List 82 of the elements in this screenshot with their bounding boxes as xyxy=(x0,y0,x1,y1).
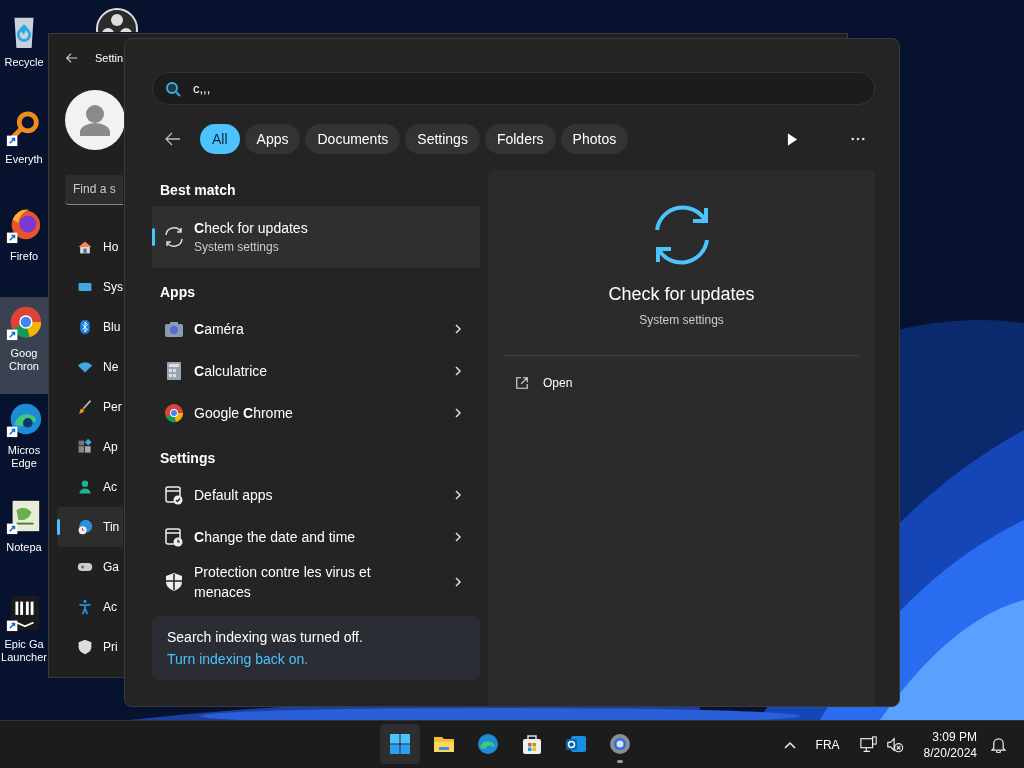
camera-icon xyxy=(164,319,184,339)
calculator-icon xyxy=(164,361,184,381)
desktop-shortcut[interactable]: Goog Chron xyxy=(0,297,48,394)
network-icon[interactable] xyxy=(859,735,878,754)
desktop-shortcut[interactable]: Firefo xyxy=(0,200,48,297)
filter-tab[interactable]: Apps xyxy=(244,124,301,154)
search-result[interactable]: Change the date and time xyxy=(152,516,480,558)
apps-icon xyxy=(77,439,93,455)
filter-tab[interactable]: Folders xyxy=(484,124,556,154)
nav-item[interactable]: Ap xyxy=(49,427,123,467)
taskbar-app[interactable] xyxy=(380,724,420,764)
filter-tab[interactable]: All xyxy=(200,124,240,154)
nav-item[interactable]: Ho xyxy=(49,227,123,267)
volume-muted-icon[interactable] xyxy=(885,735,904,754)
bell-icon[interactable] xyxy=(991,736,1006,753)
window-check-icon xyxy=(164,485,184,505)
chevron-right-icon xyxy=(454,407,462,419)
desktop-shortcut[interactable]: Everyth xyxy=(0,103,48,200)
window-title: Settin xyxy=(95,52,124,64)
chevron-right-icon xyxy=(454,489,462,501)
chevron-right-icon xyxy=(454,576,462,588)
desktop-shortcut[interactable]: Notepa xyxy=(0,491,48,588)
nav-item[interactable]: Pri xyxy=(49,627,123,667)
window-clock-icon xyxy=(164,527,184,547)
back-icon[interactable] xyxy=(165,131,181,147)
edge-icon xyxy=(476,732,500,756)
chevron-up-icon[interactable] xyxy=(783,740,796,749)
search-result[interactable]: Caméra xyxy=(152,308,480,350)
search-result[interactable]: Calculatrice xyxy=(152,350,480,392)
desktop-shortcut[interactable]: Micros Edge xyxy=(0,394,48,491)
external-link-icon xyxy=(515,376,529,390)
store-bag-icon xyxy=(520,732,544,756)
chevron-right-icon xyxy=(454,365,462,377)
search-field[interactable]: c,,, xyxy=(152,72,875,105)
section-heading: Apps xyxy=(159,283,196,302)
nav-item[interactable]: Ac xyxy=(49,467,123,507)
search-result[interactable]: Google Chrome xyxy=(152,392,480,434)
nav-item[interactable]: Per xyxy=(49,387,123,427)
wifi-icon xyxy=(77,359,93,375)
search-result[interactable]: Protection contre les virus et menaces xyxy=(152,558,480,606)
person-icon xyxy=(77,479,93,495)
nav-item[interactable]: Blu xyxy=(49,307,123,347)
nav-item[interactable]: Ne xyxy=(49,347,123,387)
nav-item[interactable]: Tin xyxy=(57,507,123,547)
desktop-shortcut[interactable]: Recycle xyxy=(0,6,48,103)
section-heading: Settings xyxy=(159,449,217,468)
back-icon[interactable] xyxy=(65,51,79,65)
chevron-right-icon xyxy=(454,323,462,335)
play-icon[interactable] xyxy=(787,132,798,146)
language-indicator[interactable]: FRA xyxy=(815,737,840,752)
bluetooth-icon xyxy=(77,319,93,335)
more-icon[interactable] xyxy=(851,137,865,141)
windows-logo-icon xyxy=(388,732,412,756)
shield-icon xyxy=(77,639,93,655)
chevron-right-icon xyxy=(454,531,462,543)
house-icon xyxy=(77,239,93,255)
preview-title: Check for updates xyxy=(608,284,755,305)
nav-item[interactable]: Ga xyxy=(49,547,123,587)
accessibility-icon xyxy=(77,599,93,615)
clock[interactable]: 3:09 PM 8/20/2024 xyxy=(923,728,977,761)
section-heading: Best match xyxy=(159,181,237,200)
sync-icon xyxy=(162,225,186,249)
desktop-shortcut[interactable]: Epic Ga Launcher xyxy=(0,588,48,685)
brush-icon xyxy=(77,399,93,415)
search-field[interactable]: Find a s xyxy=(65,175,123,205)
chrome-icon xyxy=(164,403,184,423)
search-icon xyxy=(165,80,181,97)
nav-item[interactable]: Ac xyxy=(49,587,123,627)
indexing-link[interactable]: Turn indexing back on. xyxy=(167,651,480,667)
gear-icon xyxy=(608,732,632,756)
best-match-result[interactable]: Check for updates System settings xyxy=(152,206,480,268)
filter-tab[interactable]: Documents xyxy=(305,124,401,154)
filter-tab[interactable]: Photos xyxy=(560,124,629,154)
globe-clock-icon xyxy=(77,519,93,535)
open-action[interactable]: Open xyxy=(488,356,875,390)
avatar-icon xyxy=(65,90,125,150)
nav-item[interactable]: Sys xyxy=(49,267,123,307)
shield-icon xyxy=(164,572,184,592)
search-result[interactable]: Default apps xyxy=(152,474,480,516)
notice-text: Search indexing was turned off. xyxy=(167,629,364,645)
preview-subtitle: System settings xyxy=(639,313,724,327)
filter-tab[interactable]: Settings xyxy=(405,124,480,154)
